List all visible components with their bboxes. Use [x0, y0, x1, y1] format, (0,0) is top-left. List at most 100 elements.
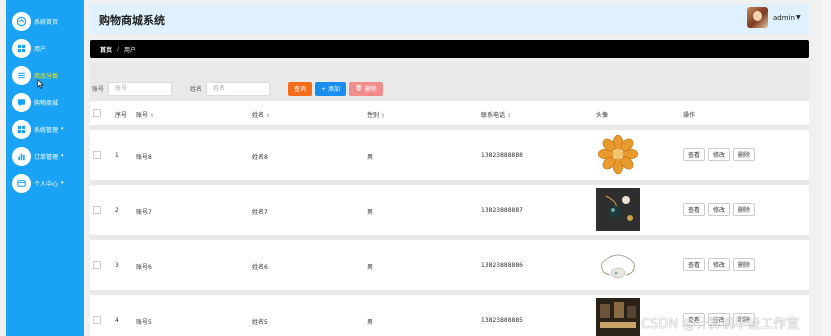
header-gender-label: 性别 [367, 112, 380, 119]
breadcrumb-separator: / [117, 45, 120, 53]
sort-icon[interactable]: ⇕ [381, 113, 385, 119]
cell-index: 3 [115, 262, 119, 269]
header-avatar: 头像 [596, 112, 609, 119]
home-icon [12, 11, 31, 31]
table-row: 1 账号8 姓名8 男 13823888888 查看 修改 删除 [90, 130, 809, 180]
avatar[interactable] [747, 7, 768, 28]
grid-icon [12, 119, 31, 139]
row-checkbox[interactable] [93, 316, 101, 324]
search-bar: 账号 姓名 查询 + 添加 🗑删除 [92, 81, 386, 96]
chart-icon [12, 146, 31, 166]
cell-account: 账号5 [136, 319, 152, 326]
edit-button[interactable]: 修改 [708, 258, 731, 271]
row-actions: 查看 修改 删除 [683, 203, 758, 216]
cell-name: 姓名8 [252, 154, 268, 161]
header-gender[interactable]: 性别 ⇕ [367, 110, 385, 119]
cell-phone: 13823888886 [481, 262, 523, 269]
user-table: 序号 账号 ⇕ 姓名 ⇕ 性别 ⇕ 联系电话 ⇕ 头像 操作 1 账号8 姓名8 男 1… [90, 101, 809, 336]
avatar-image [596, 133, 640, 176]
cell-account: 账号6 [136, 264, 152, 271]
chevron-down-icon: ▾ [61, 126, 64, 132]
sidebar-item-mall[interactable]: 购物商城 [12, 91, 58, 113]
sidebar-item-orders[interactable]: 订单管理 ▾ [12, 145, 64, 167]
cell-phone: 13823888887 [481, 207, 523, 214]
account-search-input[interactable] [108, 81, 173, 96]
username[interactable]: admin [773, 14, 795, 22]
breadcrumb-home[interactable]: 首页 [100, 45, 112, 54]
avatar-image [596, 188, 640, 231]
watermark: CSDN @计算机毕设工作室 [641, 317, 800, 332]
edit-button[interactable]: 修改 [708, 203, 731, 216]
header-name-label: 姓名 [252, 112, 265, 119]
chat-icon [12, 92, 31, 112]
chevron-down-icon[interactable]: ▼ [796, 14, 801, 21]
query-button[interactable]: 查询 [288, 81, 313, 96]
header-account-label: 账号 [136, 112, 149, 119]
delete-button[interactable]: 🗑 删除 [348, 81, 383, 96]
sidebar-item-label: 订单管理 [34, 153, 59, 161]
header-account[interactable]: 账号 ⇕ [136, 110, 154, 119]
app-title: 购物商城系统 [99, 14, 165, 27]
view-button[interactable]: 查看 [683, 203, 706, 216]
cell-name: 姓名7 [252, 209, 268, 216]
avatar-image [596, 298, 640, 336]
sidebar-item-category[interactable]: 商品分类 [12, 64, 58, 86]
sort-icon[interactable]: ⇕ [507, 113, 511, 119]
delete-button-label: 删除 [364, 86, 377, 93]
edit-button[interactable]: 修改 [708, 148, 731, 161]
view-button[interactable]: 查看 [683, 258, 706, 271]
sort-icon[interactable]: ⇕ [266, 113, 270, 119]
header-index: 序号 [115, 112, 128, 119]
row-checkbox[interactable] [93, 151, 101, 159]
sidebar-item-system[interactable]: 系统管理 ▾ [12, 118, 64, 140]
trash-icon: 🗑 [354, 85, 363, 92]
name-search-input[interactable] [206, 81, 271, 96]
sidebar-item-label: 个人中心 [34, 180, 59, 188]
grid-icon [12, 38, 31, 58]
sidebar-item-home[interactable]: 系统首页 [12, 10, 58, 32]
card-icon [12, 173, 31, 193]
sidebar-item-profile[interactable]: 个人中心 ▾ [12, 172, 64, 194]
sidebar-item-users[interactable]: 用户 [12, 37, 46, 59]
cell-account: 账号7 [136, 209, 152, 216]
cell-name: 姓名6 [252, 264, 268, 271]
sidebar: 系统首页 用户 商品分类 购物商城 系统管理 ▾ 订单管理 ▾ 个人中心 ▾ [6, 0, 84, 336]
name-label: 姓名 [190, 86, 203, 93]
chevron-down-icon: ▾ [61, 153, 64, 159]
cell-gender: 男 [367, 209, 374, 216]
sidebar-item-label: 系统首页 [34, 18, 59, 26]
row-actions: 查看 修改 删除 [683, 148, 758, 161]
chevron-down-icon: ▾ [61, 180, 64, 186]
row-delete-button[interactable]: 删除 [733, 258, 756, 271]
page-scrollbar[interactable] [822, 0, 831, 336]
select-all-checkbox[interactable] [93, 109, 101, 117]
row-checkbox[interactable] [93, 206, 101, 214]
table-header: 序号 账号 ⇕ 姓名 ⇕ 性别 ⇕ 联系电话 ⇕ 头像 操作 [90, 101, 809, 125]
breadcrumb: 首页 / 用户 [90, 40, 809, 58]
breadcrumb-current: 用户 [124, 46, 137, 54]
list-icon [12, 65, 31, 85]
row-actions: 查看 修改 删除 [683, 258, 758, 271]
row-checkbox[interactable] [93, 261, 101, 269]
cell-account: 账号8 [136, 154, 152, 161]
sidebar-item-label: 用户 [34, 45, 47, 53]
header-phone-label: 联系电话 [481, 112, 506, 119]
table-row: 2 账号7 姓名7 男 13823888887 查看 修改 删除 [90, 185, 809, 235]
cell-name: 姓名5 [252, 319, 268, 326]
header-phone[interactable]: 联系电话 ⇕ [481, 110, 511, 119]
cell-gender: 男 [367, 264, 374, 271]
view-button[interactable]: 查看 [683, 148, 706, 161]
table-row: 3 账号6 姓名6 男 13823888886 查看 修改 删除 [90, 240, 809, 290]
account-label: 账号 [92, 86, 105, 93]
cell-gender: 男 [367, 154, 374, 161]
sidebar-item-label: 系统管理 [34, 126, 59, 134]
cell-index: 4 [115, 317, 119, 324]
sidebar-item-label: 购物商城 [34, 99, 59, 107]
add-button[interactable]: + 添加 [315, 81, 346, 96]
row-delete-button[interactable]: 删除 [733, 148, 756, 161]
cell-gender: 男 [367, 319, 374, 326]
cell-phone: 13823888888 [481, 152, 523, 159]
row-delete-button[interactable]: 删除 [733, 203, 756, 216]
sort-icon[interactable]: ⇕ [150, 113, 154, 119]
header-name[interactable]: 姓名 ⇕ [252, 110, 270, 119]
